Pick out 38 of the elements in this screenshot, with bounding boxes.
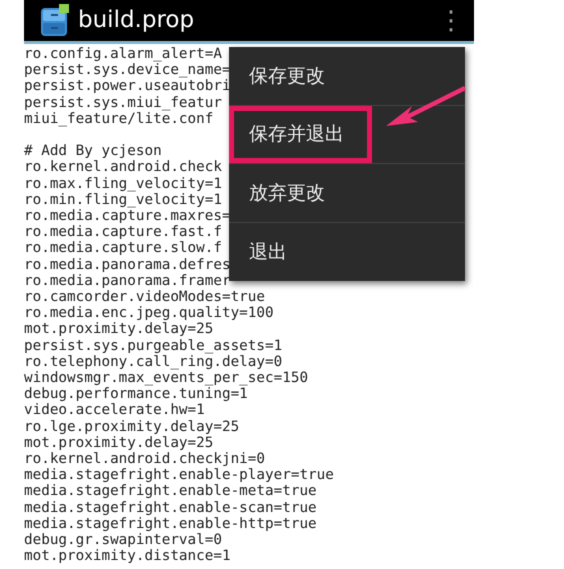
code-line: windowsmgr.max_events_per_sec=150 [24, 370, 308, 386]
code-line: media.stagefright.enable-player=true [24, 467, 334, 484]
code-line: ro.media.capture.slow.f [24, 240, 222, 257]
code-line: ro.kernel.android.check [24, 159, 222, 176]
code-line: ro.max.fling_velocity=1 [24, 176, 222, 192]
overflow-menu-button[interactable]: ⋮ [428, 8, 474, 34]
code-line: ro.kernel.android.checkjni=0 [24, 451, 266, 468]
code-line: ro.media.enc.jpeg.quality=100 [24, 305, 274, 322]
code-line: ro.camcorder.videoModes=true [24, 289, 266, 306]
menu-item[interactable]: 保存并退出 [229, 106, 372, 163]
code-line: media.stagefright.enable-scan=true [24, 500, 317, 516]
code-line: media.stagefright.enable-http=true [24, 516, 317, 532]
code-line: ro.telephony.call_ring.delay=0 [24, 354, 282, 370]
code-line: ro.media.panorama.defres [24, 256, 231, 273]
app-title: build.prop [78, 6, 194, 36]
code-line: debug.performance.tuning=1 [24, 386, 248, 402]
code-line: miui_feature/lite.conf [24, 110, 214, 128]
code-line: media.stagefright.enable-meta=true [24, 483, 317, 500]
code-line: mot.proximity.delay=25 [24, 321, 214, 338]
code-line: mot.proximity.distance=1 [24, 548, 231, 564]
file-cabinet-icon [40, 4, 70, 38]
code-line: persist.sys.purgeable_assets=1 [24, 338, 282, 354]
code-line: ro.lge.proximity.delay=25 [24, 418, 240, 435]
menu-item[interactable]: 保存更改 [229, 47, 345, 104]
menu-item[interactable]: 放弃更改 [229, 164, 345, 222]
code-line: mot.proximity.delay=25 [24, 434, 214, 452]
menu-item[interactable]: 退出 [229, 222, 307, 281]
code-line: ro.media.capture.fast.f [24, 224, 222, 240]
code-line: ro.min.fling_velocity=1 [24, 192, 222, 208]
code-line: video.accelerate.hw=1 [24, 402, 205, 419]
code-line: persist.sys.device_name= [24, 62, 231, 78]
code-line: ro.config.alarm_alert=A [24, 46, 222, 62]
code-line: debug.gr.swapinterval=0 [24, 532, 222, 548]
code-line: persist.sys.miui_featur [24, 94, 222, 111]
code-line: # Add By ycjeson [24, 143, 162, 160]
code-line: ro.media.panorama.framer [24, 272, 231, 290]
code-line: persist.power.useautobri [24, 78, 231, 95]
code-line: ro.media.capture.maxres= [24, 208, 231, 224]
